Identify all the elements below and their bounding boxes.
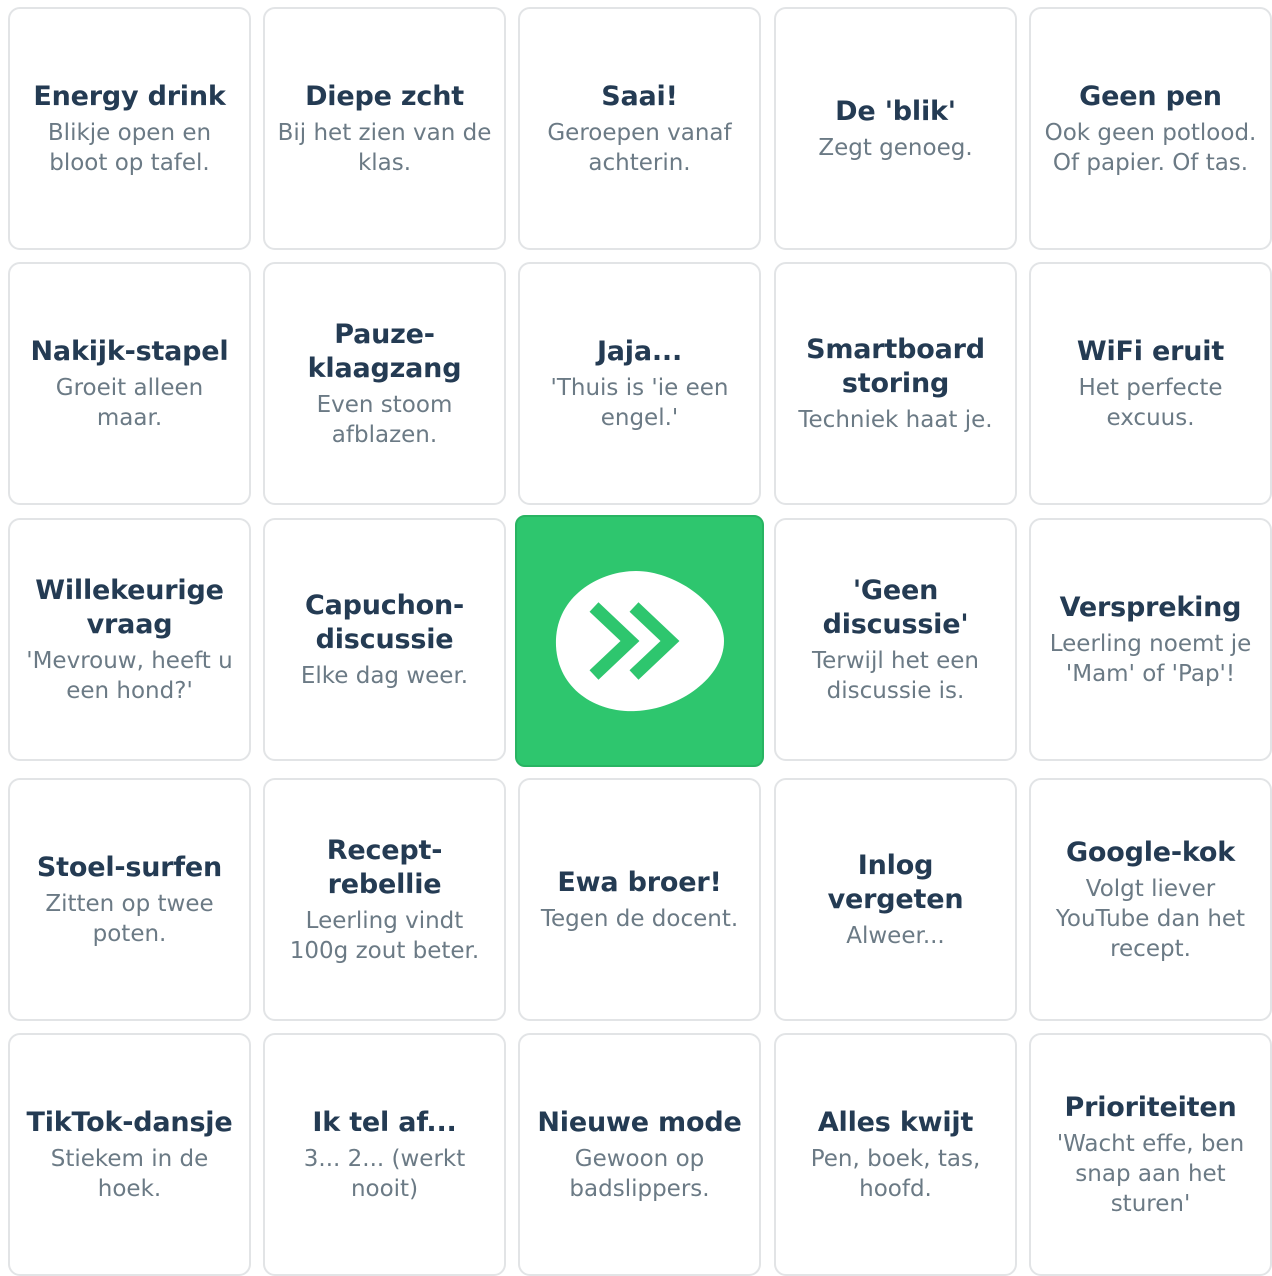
cell-description: Leerling vindt 100g zout beter. bbox=[289, 907, 480, 964]
cell-description: Terwijl het een discussie is. bbox=[812, 647, 979, 704]
cell-title: Alles kwijt bbox=[817, 1106, 974, 1138]
cell-description: 'Mevrouw, heeft u een hond?' bbox=[26, 647, 233, 704]
bingo-cell-stoel-surfen[interactable]: Stoel-surfen Zitten op twee poten. bbox=[8, 778, 251, 1021]
cell-description: Pen, boek, tas, hoofd. bbox=[810, 1145, 981, 1202]
cell-description: Groeit alleen maar. bbox=[55, 374, 204, 431]
cell-title: Ewa broer! bbox=[557, 866, 722, 898]
cell-title: Ik tel af... bbox=[312, 1106, 457, 1138]
cell-description: 3... 2... (werkt nooit) bbox=[303, 1145, 466, 1202]
cell-title: Smartboard storing bbox=[806, 333, 985, 399]
cell-title: WiFi eruit bbox=[1076, 335, 1225, 367]
cell-description: Het perfecte excuus. bbox=[1078, 374, 1223, 431]
bingo-cell-diepe-zucht[interactable]: Diepe zcht Bij het zien van de klas. bbox=[263, 7, 506, 250]
cell-title: Jaja... bbox=[596, 335, 683, 367]
cell-title: Willekeurige vraag bbox=[35, 574, 224, 640]
bingo-cell-ik-tel-af[interactable]: Ik tel af... 3... 2... (werkt nooit) bbox=[263, 1033, 506, 1276]
bingo-cell-tiktok-dansje[interactable]: TikTok-dansje Stiekem in de hoek. bbox=[8, 1033, 251, 1276]
bingo-cell-de-blik[interactable]: De 'blik' Zegt genoeg. bbox=[774, 7, 1017, 250]
bingo-cell-ewa-broer[interactable]: Ewa broer! Tegen de docent. bbox=[518, 778, 761, 1021]
cell-title: Geen pen bbox=[1079, 80, 1222, 112]
cell-description: Bij het zien van de klas. bbox=[277, 119, 492, 176]
cell-description: Stiekem in de hoek. bbox=[50, 1145, 209, 1202]
bingo-cell-pauze-klaagzang[interactable]: Pauze-klaagzang Even stoom afblazen. bbox=[263, 262, 506, 505]
bingo-cell-inlog-vergeten[interactable]: Inlog vergeten Alweer... bbox=[774, 778, 1017, 1021]
bingo-cell-geen-pen[interactable]: Geen pen Ook geen potlood. Of papier. Of… bbox=[1029, 7, 1272, 250]
cell-description: Zegt genoeg. bbox=[818, 134, 973, 161]
cell-description: Gewoon op badslippers. bbox=[569, 1145, 710, 1202]
cell-title: Recept-rebellie bbox=[326, 834, 443, 900]
bingo-board: Energy drink Blikje open en bloot op taf… bbox=[0, 0, 1272, 1276]
cell-description: Even stoom afblazen. bbox=[316, 391, 453, 448]
cell-title: TikTok-dansje bbox=[26, 1106, 233, 1138]
bingo-cell-google-kok[interactable]: Google-kok Volgt liever YouTube dan het … bbox=[1029, 778, 1272, 1021]
bingo-cell-willekeurige-vraag[interactable]: Willekeurige vraag 'Mevrouw, heeft u een… bbox=[8, 518, 251, 761]
cell-description: Leerling noemt je 'Mam' of 'Pap'! bbox=[1049, 630, 1252, 687]
cell-title: Inlog vergeten bbox=[827, 849, 964, 915]
cell-description: Techniek haat je. bbox=[798, 406, 993, 433]
bingo-cell-prioriteiten[interactable]: Prioriteiten 'Wacht effe, ben snap aan h… bbox=[1029, 1033, 1272, 1276]
cell-title: Google-kok bbox=[1065, 836, 1236, 868]
bingo-cell-capuchon-discussie[interactable]: Capuchon-discussie Elke dag weer. bbox=[263, 518, 506, 761]
bingo-cell-wifi-eruit[interactable]: WiFi eruit Het perfecte excuus. bbox=[1029, 262, 1272, 505]
cell-title: 'Geen discussie' bbox=[822, 574, 969, 640]
cell-description: Elke dag weer. bbox=[300, 662, 469, 689]
double-chevron-right-logo-icon bbox=[555, 571, 724, 712]
cell-description: Zitten op twee poten. bbox=[45, 890, 214, 947]
bingo-cell-smartboard-storing[interactable]: Smartboard storing Techniek haat je. bbox=[774, 262, 1017, 505]
cell-title: Energy drink bbox=[33, 80, 226, 112]
bingo-cell-verspreking[interactable]: Verspreking Leerling noemt je 'Mam' of '… bbox=[1029, 518, 1272, 761]
cell-description: 'Wacht effe, ben snap aan het sturen' bbox=[1056, 1130, 1245, 1217]
bingo-cell-jaja[interactable]: Jaja... 'Thuis is 'ie een engel.' bbox=[518, 262, 761, 505]
cell-title: Saai! bbox=[601, 80, 678, 112]
cell-title: Diepe zcht bbox=[305, 80, 464, 112]
cell-title: Prioriteiten bbox=[1064, 1091, 1237, 1123]
bingo-cell-alles-kwijt[interactable]: Alles kwijt Pen, boek, tas, hoofd. bbox=[774, 1033, 1017, 1276]
bingo-cell-geen-discussie[interactable]: 'Geen discussie' Terwijl het een discuss… bbox=[774, 518, 1017, 761]
cell-title: Pauze-klaagzang bbox=[307, 318, 462, 384]
cell-description: 'Thuis is 'ie een engel.' bbox=[550, 374, 729, 431]
cell-title: Verspreking bbox=[1059, 591, 1242, 623]
cell-title: Capuchon-discussie bbox=[305, 589, 464, 655]
bingo-cell-nakijk-stapel[interactable]: Nakijk-stapel Groeit alleen maar. bbox=[8, 262, 251, 505]
cell-description: Geroepen vanaf achterin. bbox=[547, 119, 732, 176]
bingo-cell-nieuwe-mode[interactable]: Nieuwe mode Gewoon op badslippers. bbox=[518, 1033, 761, 1276]
cell-title: De 'blik' bbox=[835, 95, 956, 127]
bingo-cell-energy-drink[interactable]: Energy drink Blikje open en bloot op taf… bbox=[8, 7, 251, 250]
cell-description: Volgt liever YouTube dan het recept. bbox=[1055, 875, 1246, 962]
cell-description: Tegen de docent. bbox=[540, 905, 739, 932]
cell-description: Blikje open en bloot op tafel. bbox=[47, 119, 212, 176]
bingo-cell-saai[interactable]: Saai! Geroepen vanaf achterin. bbox=[518, 7, 761, 250]
bingo-free-cell[interactable] bbox=[515, 515, 764, 767]
cell-title: Nakijk-stapel bbox=[30, 335, 229, 367]
cell-title: Nieuwe mode bbox=[537, 1106, 742, 1138]
cell-description: Ook geen potlood. Of papier. Of tas. bbox=[1044, 119, 1257, 176]
bingo-cell-recept-rebellie[interactable]: Recept-rebellie Leerling vindt 100g zout… bbox=[263, 778, 506, 1021]
cell-description: Alweer... bbox=[846, 922, 945, 949]
cell-title: Stoel-surfen bbox=[36, 851, 223, 883]
